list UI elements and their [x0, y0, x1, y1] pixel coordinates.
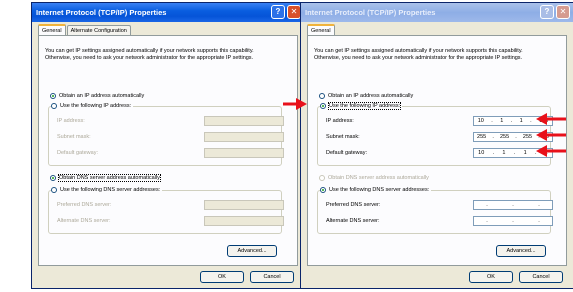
radio-icon[interactable]	[51, 103, 57, 109]
tcpip-dialog-after: Internet Protocol (TCP/IP) Properties ? …	[300, 2, 573, 289]
preferred-dns-field[interactable]: ...	[473, 200, 553, 210]
red-arrow-icon	[283, 98, 307, 110]
close-button[interactable]: ✕	[556, 5, 570, 19]
obtain-dns-option: Obtain DNS server address automatically	[319, 175, 429, 181]
cancel-button[interactable]: Cancel	[519, 271, 563, 283]
subnet-mask-label: Subnet mask:	[57, 134, 91, 140]
radio-icon[interactable]	[320, 187, 326, 193]
tab-general[interactable]: General	[38, 24, 66, 35]
tcpip-dialog-before: Internet Protocol (TCP/IP) Properties ? …	[31, 2, 305, 289]
default-gateway-field	[204, 148, 284, 158]
default-gateway-label: Default gateway:	[57, 150, 98, 156]
alternate-dns-label: Alternate DNS server:	[57, 218, 111, 224]
ip-settings-group: Use the following IP address: IP address…	[317, 102, 553, 166]
advanced-button[interactable]: Advanced...	[496, 245, 546, 257]
red-arrow-icon	[536, 113, 566, 125]
use-ip-option[interactable]: Use the following IP address:	[51, 103, 134, 109]
use-dns-option[interactable]: Use the following DNS server addresses:	[320, 187, 432, 193]
dns-settings-group: Use the following DNS server addresses: …	[317, 187, 553, 234]
window-title: Internet Protocol (TCP/IP) Properties	[305, 8, 436, 17]
alternate-dns-field	[204, 216, 284, 226]
help-button[interactable]: ?	[540, 5, 554, 19]
window-title: Internet Protocol (TCP/IP) Properties	[36, 8, 167, 17]
help-button[interactable]: ?	[271, 5, 285, 19]
ok-button[interactable]: OK	[200, 271, 244, 283]
general-panel: You can get IP settings assigned automat…	[38, 35, 298, 266]
close-button[interactable]: ✕	[287, 5, 301, 19]
use-dns-option[interactable]: Use the following DNS server addresses:	[51, 187, 163, 193]
red-arrow-icon	[536, 129, 566, 141]
ip-address-field	[204, 116, 284, 126]
subnet-mask-label: Subnet mask:	[326, 134, 360, 140]
alternate-dns-field[interactable]: ...	[473, 216, 553, 226]
preferred-dns-label: Preferred DNS server:	[57, 202, 112, 208]
tab-general[interactable]: General	[307, 24, 335, 35]
ip-settings-group: Use the following IP address: IP address…	[48, 103, 284, 166]
use-ip-option[interactable]: Use the following IP address:	[320, 102, 403, 110]
red-arrow-icon	[536, 145, 566, 157]
general-panel: You can get IP settings assigned automat…	[307, 35, 567, 266]
preferred-dns-label: Preferred DNS server:	[326, 202, 381, 208]
obtain-ip-option[interactable]: Obtain an IP address automatically	[319, 93, 413, 99]
radio-icon[interactable]	[50, 93, 56, 99]
radio-icon[interactable]	[50, 175, 56, 181]
dns-settings-group: Use the following DNS server addresses: …	[48, 187, 284, 234]
radio-icon	[319, 175, 325, 181]
subnet-mask-field	[204, 132, 284, 142]
title-bar[interactable]: Internet Protocol (TCP/IP) Properties ? …	[32, 3, 304, 22]
radio-icon[interactable]	[320, 103, 326, 109]
description-text: You can get IP settings assigned automat…	[45, 48, 254, 61]
radio-icon[interactable]	[319, 93, 325, 99]
obtain-ip-option[interactable]: Obtain an IP address automatically	[50, 93, 144, 99]
advanced-button[interactable]: Advanced...	[227, 245, 277, 257]
ip-address-label: IP address:	[326, 118, 354, 124]
default-gateway-label: Default gateway:	[326, 150, 367, 156]
title-bar[interactable]: Internet Protocol (TCP/IP) Properties ? …	[301, 3, 573, 22]
obtain-dns-option[interactable]: Obtain DNS server address automatically	[50, 174, 161, 182]
ok-button[interactable]: OK	[469, 271, 513, 283]
preferred-dns-field	[204, 200, 284, 210]
description-text: You can get IP settings assigned automat…	[314, 48, 523, 61]
alternate-dns-label: Alternate DNS server:	[326, 218, 380, 224]
ip-address-label: IP address:	[57, 118, 85, 124]
cancel-button[interactable]: Cancel	[250, 271, 294, 283]
radio-icon[interactable]	[51, 187, 57, 193]
